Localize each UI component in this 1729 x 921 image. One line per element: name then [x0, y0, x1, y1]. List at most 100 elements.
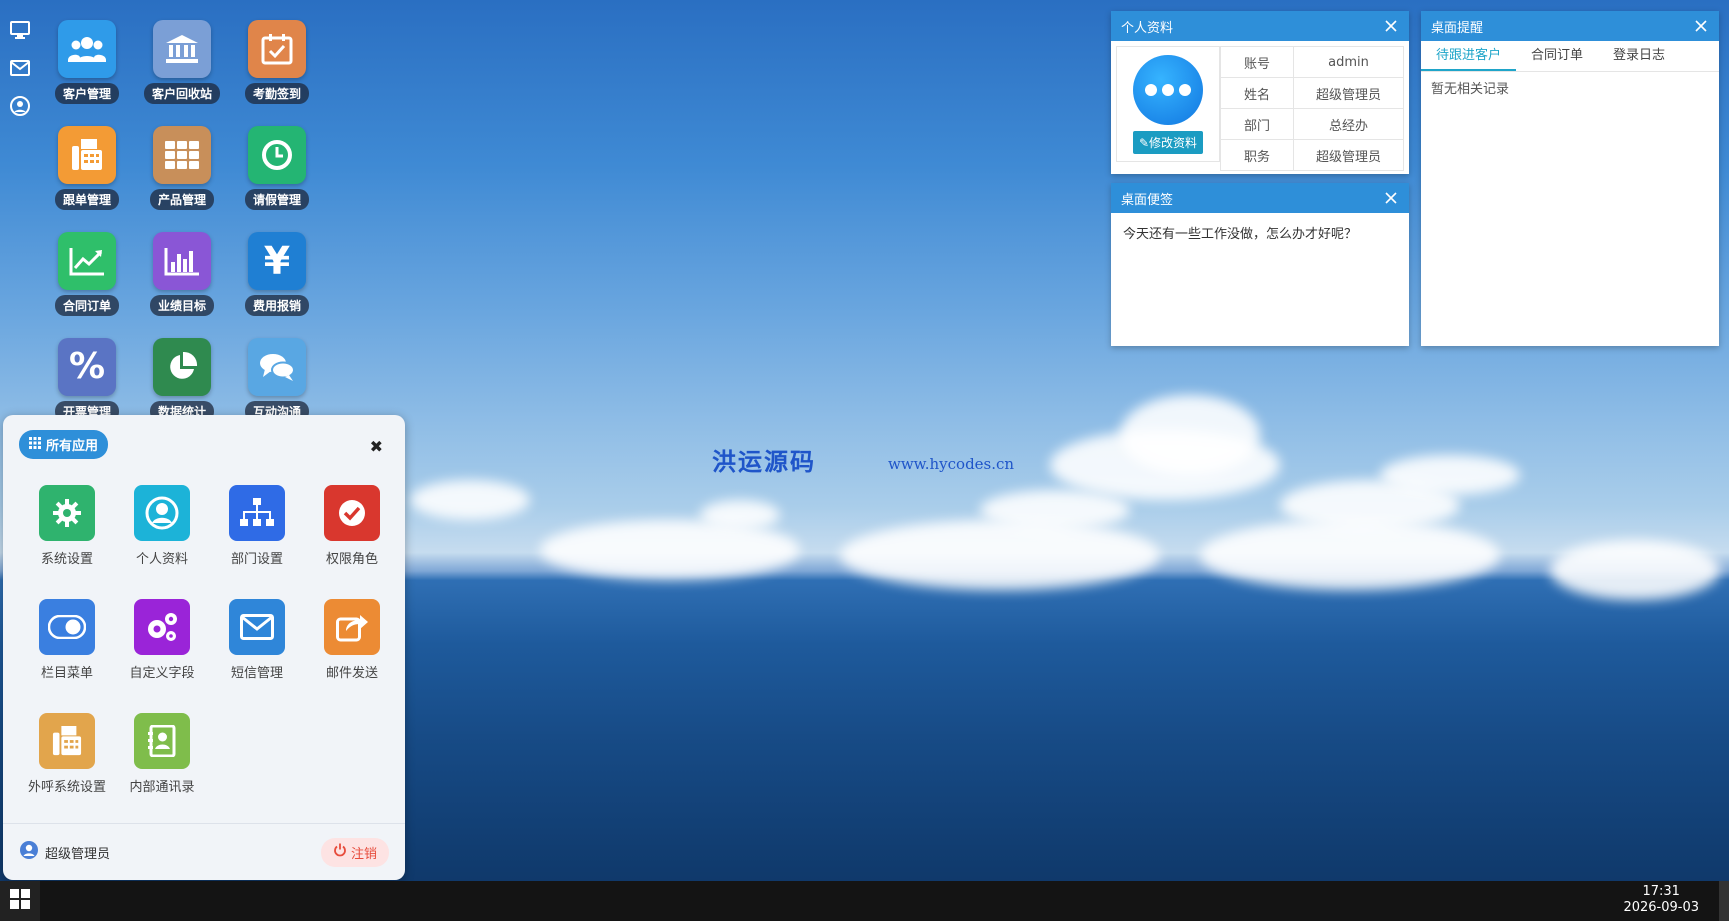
logout-button[interactable]: 注销 [320, 837, 389, 867]
table-row: 账号 admin [1220, 46, 1404, 78]
app-roles[interactable]: 权限角色 [305, 485, 399, 567]
app-label: 外呼系统设置 [27, 780, 106, 795]
table-row: 姓名 超级管理员 [1220, 77, 1404, 109]
desktop-icon-label: 请假管理 [244, 189, 309, 210]
show-desktop-button[interactable] [1719, 881, 1729, 921]
grid-icon [29, 436, 41, 453]
power-icon [333, 843, 347, 861]
desktop-icon-attendance[interactable]: 考勤签到 [232, 20, 322, 104]
current-user[interactable]: 超级管理员 [19, 840, 110, 864]
desktop-icon-customer[interactable]: 客户管理 [42, 20, 132, 104]
calendar-check-icon [248, 20, 306, 78]
app-label: 系统设置 [40, 552, 93, 567]
contacts-icon [134, 713, 190, 769]
app-system-settings[interactable]: 系统设置 [20, 485, 114, 567]
field-value: 超级管理员 [1293, 139, 1404, 171]
gear-icon [39, 485, 95, 541]
desktop-icon-contract[interactable]: 合同订单 [42, 232, 132, 316]
close-icon[interactable] [1383, 190, 1399, 206]
desktop-icon-product[interactable]: 产品管理 [137, 126, 227, 210]
avatar [1133, 54, 1203, 125]
profile-window-header[interactable]: 个人资料 [1111, 11, 1409, 41]
user-icon[interactable] [8, 94, 32, 118]
table-row: 职务 超级管理员 [1220, 139, 1404, 171]
desktop-icon-stats[interactable]: 数据统计 [137, 338, 227, 422]
user-circle-icon [19, 840, 39, 864]
desktop-icon-expense[interactable]: ¥ 费用报销 [232, 232, 322, 316]
reminder-tabs: 待跟进客户 合同订单 登录日志 [1421, 41, 1719, 72]
bar-chart-icon [153, 232, 211, 290]
desktop-icon-follow[interactable]: 跟单管理 [42, 126, 132, 210]
desktop-icon-label: 业绩目标 [149, 295, 214, 316]
monitor-icon[interactable] [8, 18, 32, 42]
clock-date: 2026-09-03 [1623, 900, 1699, 915]
desktop-icon-label: 考勤签到 [244, 83, 309, 104]
edit-profile-button[interactable]: ✎修改资料 [1132, 130, 1204, 154]
desktop-icon-target[interactable]: 业绩目标 [137, 232, 227, 316]
close-icon[interactable] [1693, 18, 1709, 34]
tab-contracts[interactable]: 合同订单 [1516, 41, 1598, 71]
all-apps-button[interactable]: 所有应用 [19, 430, 109, 459]
desktop-icon-label: 费用报销 [244, 295, 309, 316]
tab-login-log[interactable]: 登录日志 [1598, 41, 1680, 71]
start-menu-panel: 所有应用 ✖ 系统设置 个人资料 部门设置 权限角色 栏目菜单 自定义字段 短信… [3, 415, 405, 880]
percent-icon: % [58, 338, 116, 396]
app-outbound-call[interactable]: 外呼系统设置 [20, 713, 114, 795]
reminder-window: 桌面提醒 待跟进客户 合同订单 登录日志 暂无相关记录 [1421, 11, 1719, 346]
empty-message: 暂无相关记录 [1431, 82, 1510, 97]
app-label: 短信管理 [230, 666, 283, 681]
field-label: 职务 [1220, 139, 1294, 171]
field-label: 账号 [1220, 46, 1294, 78]
toggle-icon [39, 599, 95, 655]
share-icon [324, 599, 380, 655]
window-title: 桌面提醒 [1431, 20, 1484, 36]
start-menu-footer: 超级管理员 注销 [3, 823, 405, 880]
org-chart-icon [229, 485, 285, 541]
chat-icon [248, 338, 306, 396]
app-label: 个人资料 [135, 552, 188, 567]
app-menu-columns[interactable]: 栏目菜单 [20, 599, 114, 681]
app-department[interactable]: 部门设置 [210, 485, 304, 567]
windows-icon [10, 889, 30, 913]
taskbar-clock[interactable]: 17:31 2026-09-03 [1623, 884, 1699, 916]
note-textarea[interactable]: 今天还有一些工作没做，怎么办才好呢？ [1121, 221, 1403, 329]
window-title: 桌面便签 [1121, 192, 1174, 208]
desktop-icon-recycle[interactable]: 客户回收站 [137, 20, 227, 104]
app-profile[interactable]: 个人资料 [115, 485, 209, 567]
bank-icon [153, 20, 211, 78]
mail-icon[interactable] [8, 56, 32, 80]
close-icon[interactable] [1383, 18, 1399, 34]
desktop-icon-chat[interactable]: 互动沟通 [232, 338, 322, 422]
app-label: 内部通讯录 [129, 780, 195, 795]
desktop-icon-invoice[interactable]: % 开票管理 [42, 338, 132, 422]
app-sms[interactable]: 短信管理 [210, 599, 304, 681]
clock-time: 17:31 [1642, 884, 1680, 899]
fax-icon [39, 713, 95, 769]
desktop-icon-leave[interactable]: 请假管理 [232, 126, 322, 210]
app-mail-send[interactable]: 邮件发送 [305, 599, 399, 681]
note-window-header[interactable]: 桌面便签 [1111, 183, 1409, 213]
field-label: 姓名 [1220, 77, 1294, 109]
app-contacts[interactable]: 内部通讯录 [115, 713, 209, 795]
clock-icon [248, 126, 306, 184]
edit-icon: ✎ [1138, 135, 1150, 150]
desktop-icon-label: 跟单管理 [54, 189, 119, 210]
close-icon[interactable]: ✖ [370, 437, 383, 456]
app-custom-fields[interactable]: 自定义字段 [115, 599, 209, 681]
taskbar: 17:31 2026-09-03 [0, 881, 1729, 921]
check-circle-icon [324, 485, 380, 541]
chart-line-icon [58, 232, 116, 290]
tab-follow-up[interactable]: 待跟进客户 [1421, 41, 1517, 71]
pie-icon [153, 338, 211, 396]
field-value: 总经办 [1293, 108, 1404, 140]
field-value: admin [1293, 46, 1404, 78]
window-title: 个人资料 [1121, 20, 1174, 36]
app-label: 邮件发送 [325, 666, 378, 681]
reminder-window-header[interactable]: 桌面提醒 [1421, 11, 1719, 41]
start-button[interactable] [0, 881, 40, 921]
profile-window: 个人资料 ✎修改资料 账号 admin 姓名 超级管理员 部门 总经办 职务 超级管理员 [1111, 11, 1409, 174]
grid-icon [153, 126, 211, 184]
table-row: 部门 总经办 [1220, 108, 1404, 140]
note-window: 桌面便签 今天还有一些工作没做，怎么办才好呢？ [1111, 183, 1409, 346]
desktop-icon-label: 客户回收站 [143, 83, 220, 104]
